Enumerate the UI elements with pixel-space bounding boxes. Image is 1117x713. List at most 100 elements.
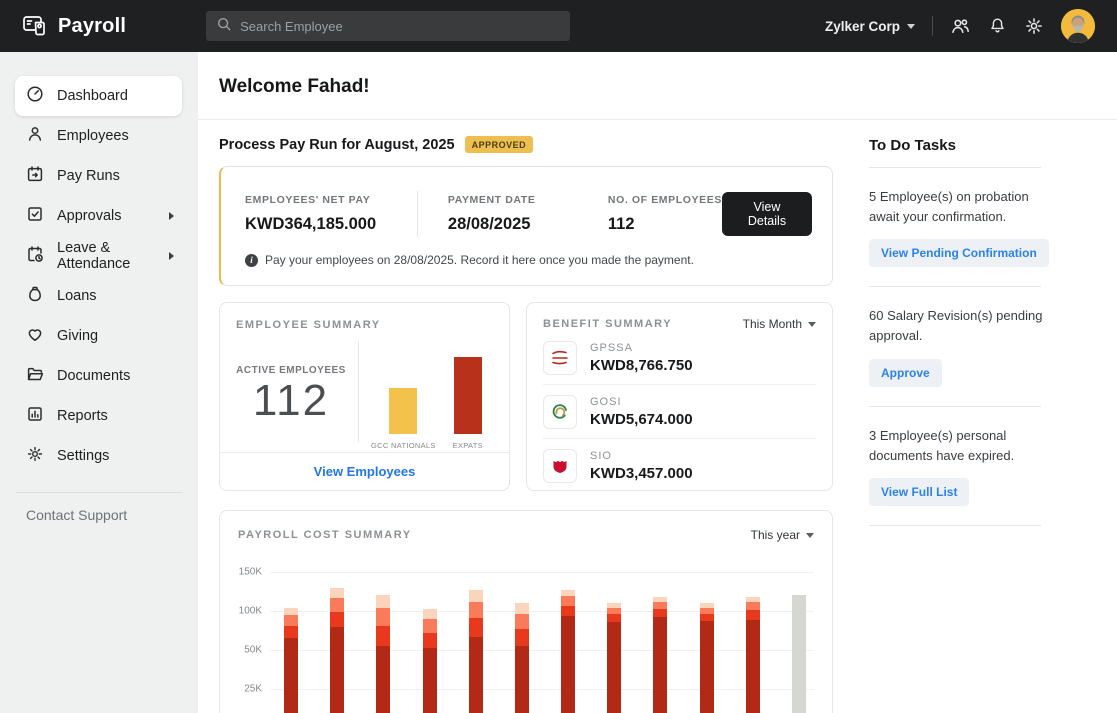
search-box[interactable] [206,11,570,41]
bar-segment [515,603,529,614]
sidebar-item-pay-runs[interactable]: Pay Runs [15,156,182,196]
bar-segment [561,616,575,713]
bar-segment [515,629,529,646]
bar-segment [607,603,621,608]
employees-icon [26,125,44,147]
payrun-card: EMPLOYEES' NET PAY KWD364,185.000 PAYMEN… [219,166,833,286]
payroll-cost-bar [469,572,483,713]
bar-segment [376,646,390,713]
gcc-nationals-bar [389,388,417,434]
y-tick: 50K [224,645,262,656]
bar-segment [746,610,760,619]
chevron-down-icon [907,24,915,29]
payroll-cost-chart: 150K 100K 50K 25K [270,572,814,713]
app-name: Payroll [58,15,126,38]
bar-segment [423,609,437,618]
chevron-down-icon [806,533,814,538]
payrun-title: Process Pay Run for August, 2025 [219,137,455,153]
chevron-right-icon [169,252,174,260]
bar-segment [607,608,621,614]
bar-segment [607,614,621,622]
bar-segment [561,606,575,617]
bar-segment [700,608,714,614]
benefit-row-gosi: GOSI KWD5,674.000 [543,385,816,439]
bar-segment [653,609,667,617]
sidebar-item-reports[interactable]: Reports [15,396,182,436]
info-icon: i [245,254,258,267]
topbar-divider [932,16,933,36]
bar-segment [469,590,483,602]
approvals-icon [26,205,44,227]
todo-panel: To Do Tasks 5 Employee(s) on probation a… [869,136,1055,713]
todo-divider [869,525,1041,526]
payroll-period-filter[interactable]: This year [751,528,814,542]
view-pending-confirmation-button[interactable]: View Pending Confirmation [869,239,1049,267]
org-name: Zylker Corp [825,19,900,34]
bar-segment [330,598,344,612]
bar-segment [423,619,437,633]
sidebar-item-documents[interactable]: Documents [15,356,182,396]
payroll-cost-bar [376,572,390,713]
dashboard-icon [26,85,44,107]
app-logo[interactable]: Payroll [22,13,126,39]
payroll-cost-bar [700,572,714,713]
users-icon[interactable] [950,16,971,37]
view-employees-link[interactable]: View Employees [314,464,416,479]
active-employees-label: ACTIVE EMPLOYEES [224,365,358,376]
bar-segment [561,596,575,605]
sidebar-item-label: Employees [57,128,129,144]
active-employees-value: 112 [224,376,358,427]
expats-bar [454,357,482,434]
view-full-list-button[interactable]: View Full List [869,478,969,506]
loans-icon [26,285,44,307]
bar-segment [700,603,714,608]
card-title: PAYROLL COST SUMMARY [238,529,412,541]
payroll-cost-bar [423,572,437,713]
payroll-cost-bar [607,572,621,713]
sidebar-item-label: Pay Runs [57,168,120,184]
bar-segment [469,618,483,637]
chevron-down-icon [808,322,816,327]
benefit-period-filter[interactable]: This Month [743,317,816,331]
bar-segment [700,614,714,621]
y-tick: 100K [224,606,262,617]
settings-gear-icon [26,445,44,467]
payroll-cost-bar [746,572,760,713]
payroll-cost-bar [792,572,806,713]
sidebar-item-giving[interactable]: Giving [15,316,182,356]
stat-divider [417,191,418,237]
search-input[interactable] [240,19,560,34]
sidebar-item-employees[interactable]: Employees [15,116,182,156]
stat-net-pay: EMPLOYEES' NET PAY KWD364,185.000 [245,194,417,234]
bar-segment [376,595,390,607]
search-icon [216,16,232,37]
gear-icon[interactable] [1024,16,1044,36]
bar-segment [469,602,483,618]
bar-segment [469,637,483,713]
forecast-segment [792,595,806,713]
benefit-row-sio: SIO KWD3,457.000 [543,439,816,492]
avatar[interactable] [1061,9,1095,43]
pay-runs-icon [26,165,44,187]
bell-icon[interactable] [988,16,1007,36]
sidebar-item-approvals[interactable]: Approvals [15,196,182,236]
sidebar-item-label: Settings [57,448,109,464]
sidebar-divider [16,492,182,493]
sidebar-item-dashboard[interactable]: Dashboard [15,76,182,116]
bar-segment [700,621,714,713]
bar-segment [284,626,298,638]
card-title: EMPLOYEE SUMMARY [220,303,509,331]
payroll-cost-bar [330,572,344,713]
sidebar-item-leave-attendance[interactable]: Leave & Attendance [15,236,182,276]
org-switcher[interactable]: Zylker Corp [825,19,915,34]
bar-segment [653,597,667,602]
benefit-row-gpssa: GPSSA KWD8,766.750 [543,331,816,385]
y-tick: 150K [224,567,262,578]
sidebar-item-loans[interactable]: Loans [15,276,182,316]
contact-support-link[interactable]: Contact Support [0,507,198,523]
approve-button[interactable]: Approve [869,359,942,387]
benefit-summary-card: BENEFIT SUMMARY This Month [526,302,833,491]
sidebar-item-settings[interactable]: Settings [15,436,182,476]
bar-segment [746,620,760,713]
view-details-button[interactable]: View Details [722,192,812,236]
